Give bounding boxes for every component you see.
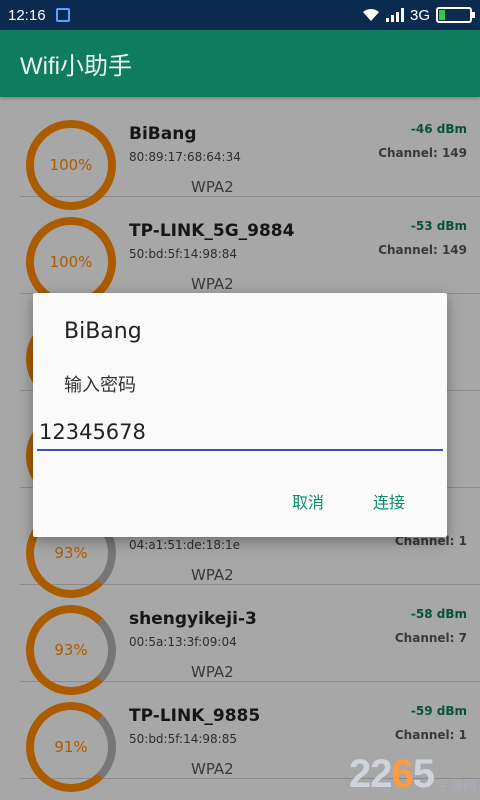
watermark-logo: 2265 — [348, 752, 435, 796]
usb-icon — [55, 8, 70, 22]
app-bar: Wifi小助手 — [0, 30, 480, 97]
status-bar: 12:16 3G — [0, 0, 480, 30]
wifi-icon — [362, 8, 379, 21]
password-input[interactable] — [37, 415, 443, 451]
connect-button[interactable]: 连接 — [373, 489, 405, 513]
dialog-title: BiBang — [64, 319, 142, 344]
status-right: 3G — [362, 6, 475, 24]
status-time: 12:16 — [8, 6, 46, 24]
cancel-button[interactable]: 取消 — [292, 489, 324, 513]
app-title: Wifi小助手 — [20, 53, 132, 80]
watermark: 2265 手游网 — [349, 754, 476, 794]
dialog-message: 输入密码 — [64, 375, 136, 396]
signal-icon — [385, 8, 404, 22]
network-type: 3G — [409, 6, 430, 24]
battery-icon — [436, 7, 475, 23]
password-dialog: BiBang 输入密码 取消 连接 — [33, 293, 447, 537]
watermark-text: 手游网 — [436, 779, 476, 794]
